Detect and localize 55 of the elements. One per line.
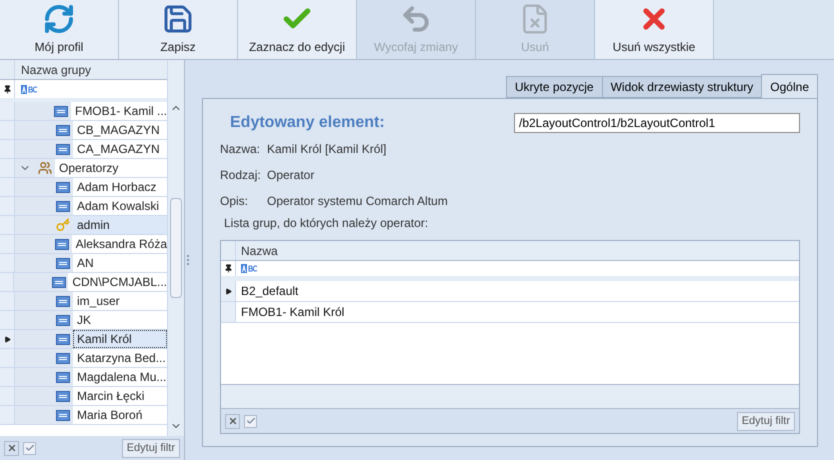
text-filter-icon	[241, 264, 258, 273]
checkbox-icon[interactable]	[23, 442, 36, 454]
toolbar-button[interactable]: Zaznacz do edycji	[238, 0, 357, 59]
field-label: Rodzaj:	[220, 166, 262, 184]
tree-item[interactable]: admin	[73, 216, 167, 234]
list-icon	[56, 144, 70, 154]
edit-filter-button[interactable]: Edytuj filtr	[122, 438, 180, 458]
refresh-icon	[43, 3, 75, 35]
field-value: Kamil Król [Kamil Król]	[267, 140, 386, 158]
toolbar-button[interactable]: Usuń wszystkie	[595, 0, 714, 59]
edit-filter-button[interactable]: Edytuj filtr	[736, 412, 795, 430]
list-icon	[56, 182, 70, 192]
field-value: Operator	[267, 166, 314, 184]
row-header[interactable]	[0, 330, 15, 348]
scrollbar[interactable]	[167, 60, 184, 436]
tree-item[interactable]: Kamil Król	[73, 330, 167, 348]
users-icon	[38, 161, 52, 175]
toolbar-button[interactable]: Mój profil	[0, 0, 119, 59]
list-icon	[56, 372, 70, 382]
checkbox-icon[interactable]	[244, 414, 257, 428]
field-label: Opis:	[220, 192, 250, 210]
list-icon	[56, 200, 70, 212]
list-icon	[56, 296, 70, 306]
tab[interactable]: Widok drzewiasty struktury	[602, 76, 762, 98]
list-icon	[54, 106, 68, 116]
list-icon	[56, 124, 70, 136]
list-icon	[56, 258, 70, 268]
list-icon	[56, 390, 70, 402]
path-field[interactable]: /b2LayoutControl1/b2LayoutControl1	[514, 113, 800, 133]
key-icon	[56, 218, 70, 232]
text-filter-icon	[21, 84, 38, 94]
row-header[interactable]	[221, 281, 236, 301]
clear-filter-icon[interactable]	[4, 440, 19, 456]
list-icon	[52, 276, 66, 288]
field-label: Nazwa:	[220, 140, 262, 158]
row-pointer-icon	[224, 288, 232, 294]
section-heading: Edytowany element:	[230, 113, 385, 133]
row-pointer-icon	[4, 336, 10, 342]
tree-item[interactable]: Aleksandra Róża	[72, 235, 167, 253]
list-icon	[56, 314, 70, 326]
table-cell[interactable]: FMOB1- Kamil Król	[236, 302, 799, 322]
table-cell[interactable]: B2_default	[236, 281, 799, 301]
pin-icon	[224, 264, 232, 273]
tab[interactable]: Ukryte pozycje	[506, 76, 603, 98]
list-icon	[56, 352, 70, 364]
scroll-thumb[interactable]	[170, 198, 182, 298]
list-icon	[56, 334, 70, 344]
pin-icon	[2, 84, 12, 94]
toolbar-button[interactable]: Zapisz	[119, 0, 238, 59]
list-icon	[54, 238, 69, 250]
list-label: Lista grup, do których należy operator:	[223, 215, 430, 232]
clear-filter-icon[interactable]	[225, 414, 240, 428]
tab[interactable]: Ogólne	[761, 74, 818, 98]
list-icon	[56, 410, 70, 420]
field-value: Operator systemu Comarch Altum	[267, 192, 448, 210]
